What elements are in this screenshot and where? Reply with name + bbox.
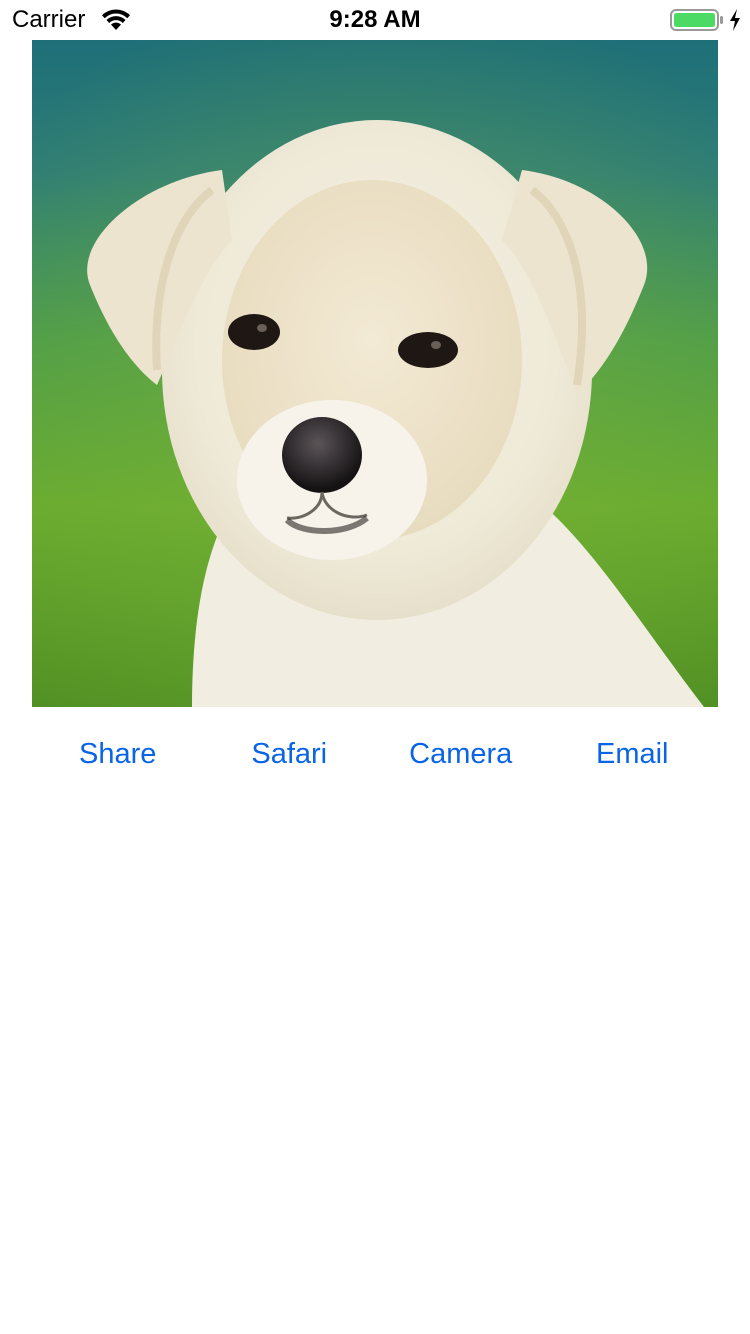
puppy-image (32, 40, 718, 707)
status-bar: Carrier 9:28 AM (0, 0, 750, 40)
camera-button[interactable]: Camera (375, 730, 547, 778)
charging-bolt-icon (730, 9, 740, 31)
battery-icon (670, 9, 723, 31)
email-button[interactable]: Email (547, 730, 719, 778)
app-screen: Carrier 9:28 AM Share Safari Camera Emai… (0, 0, 750, 1334)
puppy-photo (32, 40, 718, 707)
share-button[interactable]: Share (32, 730, 204, 778)
safari-button[interactable]: Safari (204, 730, 376, 778)
status-time: 9:28 AM (329, 6, 421, 33)
action-bar: Share Safari Camera Email (32, 730, 718, 778)
